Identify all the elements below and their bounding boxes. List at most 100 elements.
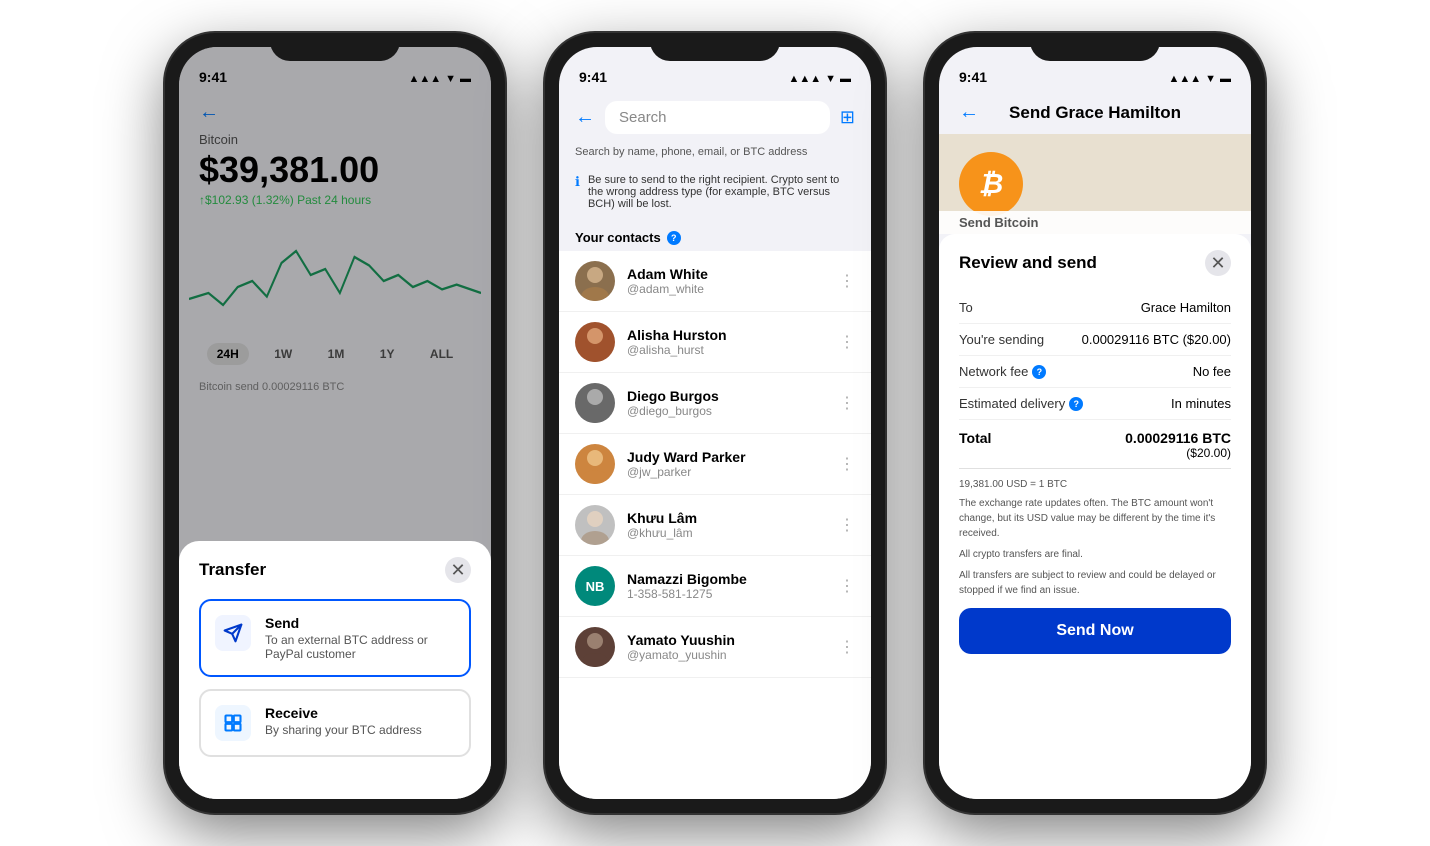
total-label: Total <box>959 430 991 446</box>
review-modal: Review and send ✕ To Grace Hamilton You'… <box>939 234 1251 799</box>
phone-1: 9:41 ▲▲▲ ▼ ▬ ← Bitcoin $39,381.00 ↑$102.… <box>165 33 505 813</box>
contact-row-judy[interactable]: Judy Ward Parker @jw_parker ⋮ <box>559 434 871 495</box>
receive-desc: By sharing your BTC address <box>265 723 422 737</box>
receive-text: Receive By sharing your BTC address <box>265 705 422 737</box>
signal-icon-3: ▲▲▲ <box>1168 73 1201 85</box>
contact-name-judy: Judy Ward Parker <box>627 449 827 465</box>
contact-info-khuu: Khưu Lâm @khưu_lâm <box>627 510 827 540</box>
p2-header: ← Search ⊞ <box>559 91 871 142</box>
bitcoin-hero: ₿ Send Bitcoin <box>939 134 1251 234</box>
fee-value: No fee <box>1193 364 1231 379</box>
review-notes: 19,381.00 USD = 1 BTC The exchange rate … <box>959 477 1231 598</box>
close-modal-button[interactable]: ✕ <box>445 557 471 583</box>
phone-2-screen: 9:41 ▲▲▲ ▼ ▬ ← Search ⊞ Search by name, … <box>559 47 871 799</box>
contact-name-yamato: Yamato Yuushin <box>627 632 827 648</box>
modal-overlay-1: Transfer ✕ Send To an e <box>179 91 491 799</box>
avatar-khuu <box>575 505 615 545</box>
contacts-list: Adam White @adam_white ⋮ Alisha Hurston … <box>559 251 871 799</box>
send-option[interactable]: Send To an external BTC address or PayPa… <box>199 599 471 677</box>
phone-1-screen: 9:41 ▲▲▲ ▼ ▬ ← Bitcoin $39,381.00 ↑$102.… <box>179 47 491 799</box>
review-divider <box>959 468 1231 469</box>
phone-2: 9:41 ▲▲▲ ▼ ▬ ← Search ⊞ Search by name, … <box>545 33 885 813</box>
warning-text: Be sure to send to the right recipient. … <box>588 174 855 210</box>
transfer-modal: Transfer ✕ Send To an e <box>179 541 491 799</box>
wifi-icon-2: ▼ <box>825 73 836 85</box>
modal-title-row: Transfer ✕ <box>199 557 471 583</box>
back-button-3[interactable]: ← <box>959 101 979 124</box>
contact-row-diego[interactable]: Diego Burgos @diego_burgos ⋮ <box>559 373 871 434</box>
contact-more-alisha[interactable]: ⋮ <box>839 332 855 352</box>
send-text: Send To an external BTC address or PayPa… <box>265 615 455 661</box>
close-review-button[interactable]: ✕ <box>1205 250 1231 276</box>
search-box[interactable]: Search <box>605 101 830 134</box>
signal-icon-2: ▲▲▲ <box>788 73 821 85</box>
send-title: Send <box>265 615 455 631</box>
contact-row-alisha[interactable]: Alisha Hurston @alisha_hurst ⋮ <box>559 312 871 373</box>
contact-more-yamato[interactable]: ⋮ <box>839 637 855 657</box>
battery-icon-2: ▬ <box>840 73 851 85</box>
notch-2 <box>650 33 780 61</box>
send-icon <box>215 615 251 651</box>
contact-more-diego[interactable]: ⋮ <box>839 393 855 413</box>
send-bitcoin-label: Send Bitcoin <box>939 211 1251 234</box>
notch-1 <box>270 33 400 61</box>
contact-handle-adam: @adam_white <box>627 282 827 296</box>
contact-handle-diego: @diego_burgos <box>627 404 827 418</box>
info-icon: ℹ <box>575 174 580 210</box>
contact-more-khuu[interactable]: ⋮ <box>839 515 855 535</box>
contact-info-yamato: Yamato Yuushin @yamato_yuushin <box>627 632 827 662</box>
contact-info-judy: Judy Ward Parker @jw_parker <box>627 449 827 479</box>
send-grace-title: Send Grace Hamilton <box>989 103 1201 123</box>
qr-button[interactable]: ⊞ <box>840 107 855 128</box>
status-icons-2: ▲▲▲ ▼ ▬ <box>788 73 851 85</box>
receive-option[interactable]: Receive By sharing your BTC address <box>199 689 471 757</box>
transfer-modal-title: Transfer <box>199 560 266 580</box>
delivery-value: In minutes <box>1171 396 1231 411</box>
review-total-row: Total 0.00029116 BTC ($20.00) <box>959 420 1231 466</box>
phone-3: 9:41 ▲▲▲ ▼ ▬ ← Send Grace Hamilton ₿ Sen… <box>925 33 1265 813</box>
receive-title: Receive <box>265 705 422 721</box>
fee-info-icon[interactable]: ? <box>1032 365 1046 379</box>
contact-more-namazzi[interactable]: ⋮ <box>839 576 855 596</box>
delivery-info-icon[interactable]: ? <box>1069 397 1083 411</box>
to-label: To <box>959 300 973 315</box>
crypto-final-note: All crypto transfers are final. <box>959 547 1231 562</box>
contact-handle-alisha: @alisha_hurst <box>627 343 827 357</box>
contacts-label-text: Your contacts <box>575 230 661 245</box>
status-time-3: 9:41 <box>959 69 987 85</box>
delivery-label: Estimated delivery ? <box>959 396 1083 411</box>
review-row-fee: Network fee ? No fee <box>959 356 1231 388</box>
sending-label: You're sending <box>959 332 1044 347</box>
contact-row-adam[interactable]: Adam White @adam_white ⋮ <box>559 251 871 312</box>
contact-info-adam: Adam White @adam_white <box>627 266 827 296</box>
contact-row-khuu[interactable]: Khưu Lâm @khưu_lâm ⋮ <box>559 495 871 556</box>
phone-3-content: ← Send Grace Hamilton ₿ Send Bitcoin Rev… <box>939 91 1251 799</box>
notch-3 <box>1030 33 1160 61</box>
review-modal-title: Review and send <box>959 253 1097 273</box>
avatar-alisha <box>575 322 615 362</box>
contact-more-adam[interactable]: ⋮ <box>839 271 855 291</box>
contact-more-judy[interactable]: ⋮ <box>839 454 855 474</box>
review-policy-note: All transfers are subject to review and … <box>959 568 1231 598</box>
status-time-2: 9:41 <box>579 69 607 85</box>
contacts-info-icon[interactable]: ? <box>667 231 681 245</box>
status-icons-3: ▲▲▲ ▼ ▬ <box>1168 73 1231 85</box>
send-now-button[interactable]: Send Now <box>959 608 1231 654</box>
contact-row-namazzi[interactable]: NB Namazzi Bigombe 1-358-581-1275 ⋮ <box>559 556 871 617</box>
contact-row-yamato[interactable]: Yamato Yuushin @yamato_yuushin ⋮ <box>559 617 871 678</box>
review-row-to: To Grace Hamilton <box>959 292 1231 324</box>
total-value: 0.00029116 BTC ($20.00) <box>1125 430 1231 460</box>
bitcoin-logo: ₿ <box>959 152 1023 216</box>
review-row-delivery: Estimated delivery ? In minutes <box>959 388 1231 420</box>
contact-handle-yamato: @yamato_yuushin <box>627 648 827 662</box>
contact-info-diego: Diego Burgos @diego_burgos <box>627 388 827 418</box>
warning-banner: ℹ Be sure to send to the right recipient… <box>559 166 871 220</box>
avatar-namazzi: NB <box>575 566 615 606</box>
battery-icon-3: ▬ <box>1220 73 1231 85</box>
review-title-row: Review and send ✕ <box>959 250 1231 276</box>
contacts-label: Your contacts ? <box>559 220 871 251</box>
search-hint: Search by name, phone, email, or BTC add… <box>559 142 871 166</box>
avatar-diego <box>575 383 615 423</box>
exchange-rate-note: 19,381.00 USD = 1 BTC <box>959 477 1231 492</box>
back-button-2[interactable]: ← <box>575 106 595 129</box>
